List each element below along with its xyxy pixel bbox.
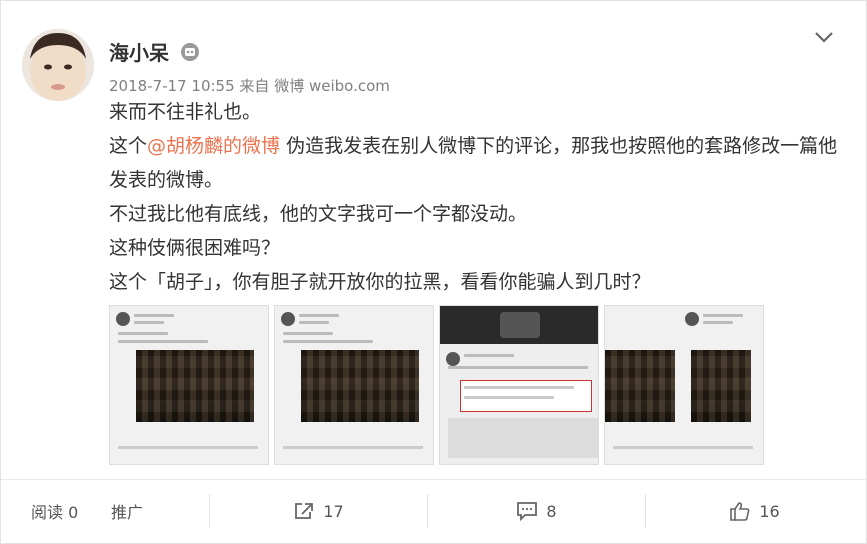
promote-button[interactable]: 推广 — [111, 480, 171, 542]
post-source[interactable]: 微博 weibo.com — [274, 77, 390, 95]
post-timestamp[interactable]: 2018-7-17 10:55 — [109, 77, 235, 95]
mention-link[interactable]: @胡杨麟的微博 — [147, 135, 280, 157]
source-prefix: 来自 — [239, 77, 270, 95]
chevron-down-icon[interactable] — [813, 28, 835, 46]
comment-count: 8 — [546, 501, 557, 521]
like-button[interactable]: 16 — [646, 480, 863, 542]
author-name[interactable]: 海小呆 — [109, 37, 169, 66]
image-thumbnail[interactable] — [109, 305, 269, 465]
body-line: 不过我比他有底线，他的文字我可一个字都没动。 — [109, 203, 528, 225]
robot-badge-icon — [181, 43, 199, 61]
share-icon — [295, 503, 314, 519]
action-bar: 阅读 0 推广 17 8 16 — [1, 480, 866, 542]
image-thumbnail[interactable] — [274, 305, 434, 465]
avatar[interactable] — [22, 29, 94, 101]
comment-icon — [517, 502, 538, 521]
body-text-segment: 这个 — [109, 135, 148, 157]
body-line: 这个@胡杨麟的微博 伪造我发表在别人微博下的评论，那我也按照他的套路修改一篇他发… — [109, 129, 839, 197]
read-count: 阅读 0 — [31, 480, 111, 542]
forward-button[interactable]: 17 — [210, 480, 427, 542]
comment-button[interactable]: 8 — [428, 480, 645, 542]
post-body: 来而不往非礼也。 这个@胡杨麟的微博 伪造我发表在别人微博下的评论，那我也按照他… — [109, 95, 839, 299]
image-thumbnail[interactable] — [439, 305, 599, 465]
thumbs-up-icon — [730, 502, 750, 521]
image-thumbnail[interactable] — [604, 305, 764, 465]
read-count-label: 阅读 0 — [31, 503, 79, 522]
promote-label: 推广 — [111, 503, 144, 522]
body-line: 这个「胡子」，你有胆子就开放你的拉黑，看看你能骗人到几时？ — [109, 271, 651, 293]
forward-count: 17 — [323, 501, 344, 521]
weibo-post-card: 海小呆 2018-7-17 10:55 来自 微博 weibo.com 来而不往… — [0, 0, 867, 544]
body-line: 这种伎俩很困难吗？ — [109, 237, 281, 259]
like-count: 16 — [759, 501, 780, 521]
body-line: 来而不往非礼也。 — [109, 101, 262, 123]
post-meta: 2018-7-17 10:55 来自 微博 weibo.com — [109, 75, 390, 96]
